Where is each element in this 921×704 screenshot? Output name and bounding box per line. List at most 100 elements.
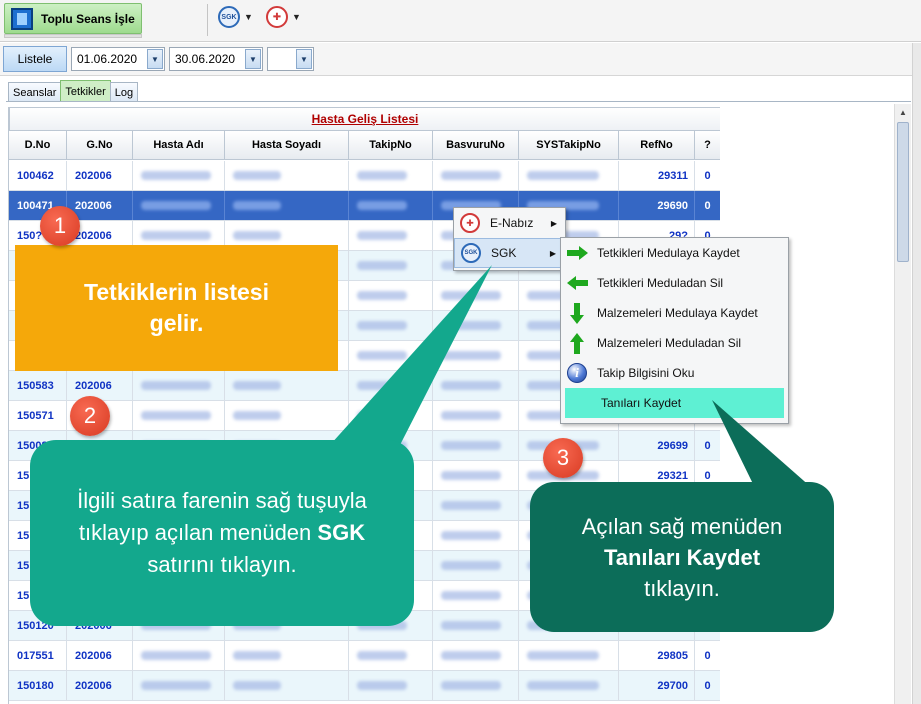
table-cell xyxy=(519,641,619,670)
scroll-up-icon[interactable]: ▲ xyxy=(895,104,911,120)
redacted-text xyxy=(141,411,211,420)
table-cell xyxy=(349,671,433,700)
submenu-item-takip-oku[interactable]: i Takip Bilgisini Oku xyxy=(561,358,788,388)
table-cell: 0 xyxy=(695,191,721,220)
redacted-text xyxy=(233,381,281,390)
tab-strip: Seanslar Tetkikler Log xyxy=(8,80,139,102)
arrow-up-icon xyxy=(565,332,589,354)
column-header[interactable]: ? xyxy=(695,131,721,159)
table-cell xyxy=(133,671,225,700)
column-header[interactable]: Hasta Adı xyxy=(133,131,225,159)
table-cell: 150571 xyxy=(9,401,67,430)
submenu-item-label: Malzemeleri Meduladan Sil xyxy=(597,336,742,350)
table-cell: 202006 xyxy=(67,671,133,700)
redacted-text xyxy=(233,231,281,240)
filter-bar: Listele ▼ ▼ ▼ xyxy=(0,43,921,76)
table-cell: 150180 xyxy=(9,671,67,700)
submenu-item-tanilari-kaydet[interactable]: Tanıları Kaydet xyxy=(565,388,784,418)
listele-button[interactable]: Listele xyxy=(3,46,67,72)
submenu-item-malzeme-kaydet[interactable]: Malzemeleri Medulaya Kaydet xyxy=(561,298,788,328)
table-cell xyxy=(133,191,225,220)
extra-select[interactable]: ▼ xyxy=(267,47,314,71)
table-cell xyxy=(433,521,519,550)
tab-seanslar[interactable]: Seanslar xyxy=(8,82,62,102)
redacted-text xyxy=(141,231,211,240)
column-header[interactable]: G.No xyxy=(67,131,133,159)
table-cell xyxy=(433,371,519,400)
redacted-text xyxy=(357,291,407,300)
table-cell xyxy=(133,401,225,430)
scroll-thumb[interactable] xyxy=(897,122,909,262)
arrow-left-icon xyxy=(565,272,589,294)
grid-title: Hasta Geliş Listesi xyxy=(9,107,721,131)
redacted-text xyxy=(357,381,407,390)
toolbar-separator xyxy=(207,4,208,36)
start-date-input[interactable] xyxy=(72,48,147,70)
table-row[interactable]: 100471 202006 29690 0 xyxy=(9,191,721,221)
table-cell: 100462 xyxy=(9,161,67,190)
sgk-dropdown-button[interactable]: SGK ▼ xyxy=(218,5,253,29)
column-header[interactable]: SYSTakipNo xyxy=(519,131,619,159)
redacted-text xyxy=(357,321,407,330)
column-header[interactable]: D.No xyxy=(9,131,67,159)
redacted-text xyxy=(441,291,501,300)
context-menu-item-enabiz[interactable]: ✚ E-Nabız ▶ xyxy=(454,208,565,238)
end-date-picker[interactable]: ▼ xyxy=(169,47,263,71)
table-cell xyxy=(519,161,619,190)
table-cell: 202006 xyxy=(67,161,133,190)
column-header[interactable]: BasvuruNo xyxy=(433,131,519,159)
window-vertical-scrollbar[interactable] xyxy=(912,43,921,704)
submenu-item-label: Tetkikleri Medulaya Kaydet xyxy=(597,246,740,260)
context-menu-item-sgk[interactable]: SGK SGK ▶ xyxy=(454,238,565,268)
chevron-down-icon[interactable]: ▼ xyxy=(296,49,312,69)
toplu-seans-isle-button[interactable]: Toplu Seans İşle xyxy=(4,3,142,34)
redacted-text xyxy=(441,591,501,600)
chevron-down-icon[interactable]: ▼ xyxy=(147,49,163,69)
enabiz-icon: ✚ xyxy=(458,212,482,234)
table-row[interactable]: 017551 202006 29805 0 xyxy=(9,641,721,671)
tab-log[interactable]: Log xyxy=(109,82,139,102)
tab-tetkikler[interactable]: Tetkikler xyxy=(60,80,111,102)
redacted-text xyxy=(357,171,407,180)
table-cell xyxy=(349,401,433,430)
column-header[interactable]: TakipNo xyxy=(349,131,433,159)
table-cell xyxy=(349,251,433,280)
callout-step2: İlgili satıra farenin sağ tuşuyla tıklay… xyxy=(30,440,414,626)
table-row[interactable]: 150180 202006 29700 0 xyxy=(9,671,721,701)
redacted-text xyxy=(141,381,211,390)
table-cell xyxy=(433,491,519,520)
column-header[interactable]: Hasta Soyadı xyxy=(225,131,349,159)
app-window: Toplu Seans İşle SGK ▼ ✚ ▼ Listele ▼ ▼ ▼… xyxy=(0,0,921,704)
table-cell xyxy=(433,161,519,190)
table-cell: 0 xyxy=(695,431,721,460)
grid-vertical-scrollbar[interactable]: ▲ xyxy=(894,104,911,704)
step-badge-1: 1 xyxy=(40,206,80,246)
table-cell xyxy=(225,671,349,700)
submenu-item-label: Tetkikleri Meduladan Sil xyxy=(597,276,724,290)
table-cell xyxy=(225,161,349,190)
redacted-text xyxy=(357,411,407,420)
submenu-item-tetkik-kaydet[interactable]: Tetkikleri Medulaya Kaydet xyxy=(561,238,788,268)
table-cell xyxy=(349,281,433,310)
sgk-submenu: Tetkikleri Medulaya Kaydet Tetkikleri Me… xyxy=(560,237,789,424)
redacted-text xyxy=(441,651,501,660)
extra-select-input[interactable] xyxy=(268,48,296,70)
table-row[interactable]: 100462 202006 29311 0 xyxy=(9,161,721,191)
arrow-right-icon xyxy=(565,242,589,264)
table-cell xyxy=(349,641,433,670)
end-date-input[interactable] xyxy=(170,48,245,70)
submenu-item-malzeme-sil[interactable]: Malzemeleri Meduladan Sil xyxy=(561,328,788,358)
submenu-item-label: Takip Bilgisini Oku xyxy=(597,366,695,380)
table-cell: 29311 xyxy=(619,161,695,190)
start-date-picker[interactable]: ▼ xyxy=(71,47,165,71)
table-cell: 29690 xyxy=(619,191,695,220)
column-header[interactable]: RefNo xyxy=(619,131,695,159)
callout-step3-text: Açılan sağ menüden Tanıları Kaydet tıkla… xyxy=(582,511,783,604)
table-cell xyxy=(433,281,519,310)
redacted-text xyxy=(141,681,211,690)
redacted-text xyxy=(441,471,501,480)
table-cell: 29805 xyxy=(619,641,695,670)
submenu-item-tetkik-sil[interactable]: Tetkikleri Meduladan Sil xyxy=(561,268,788,298)
chevron-down-icon[interactable]: ▼ xyxy=(245,49,261,69)
enabiz-dropdown-button[interactable]: ✚ ▼ xyxy=(266,5,301,29)
